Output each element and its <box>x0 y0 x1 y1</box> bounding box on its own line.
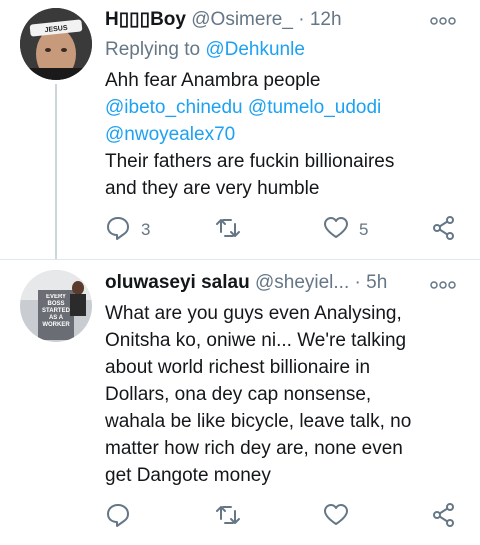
like-button[interactable] <box>323 503 349 531</box>
tweet-header: oluwaseyi salau @sheyiel... · 5h <box>105 272 387 294</box>
tweet-text: Dollars, ona dey cap nonsense, <box>105 384 372 405</box>
reply-button[interactable] <box>105 503 131 531</box>
avatar-caption: EVERY BOSS STARTED AS A WORKER <box>42 294 70 328</box>
like-button[interactable]: 5 <box>323 216 368 244</box>
like-icon <box>323 502 349 533</box>
tweet-2[interactable]: EVERY BOSS STARTED AS A WORKER oluwaseyi… <box>0 260 480 545</box>
retweet-icon <box>215 215 241 246</box>
tweet-text: Onitsha ko, oniwe ni... We're talking <box>105 330 407 351</box>
display-name[interactable]: H▯▯▯Boy <box>105 9 186 30</box>
share-button[interactable] <box>431 502 457 533</box>
like-count: 5 <box>359 220 369 239</box>
tweet-text: and they are very humble <box>105 178 320 199</box>
share-icon <box>431 215 457 246</box>
user-handle[interactable]: @Osimere_ <box>191 9 293 30</box>
tweet-text: Their fathers are fuckin billionaires <box>105 151 395 172</box>
tweet-text: wahala be like bicycle, leave talk, no <box>105 411 412 432</box>
tweet-header: H▯▯▯Boy @Osimere_ · 12h <box>105 8 342 31</box>
reply-count: 3 <box>141 220 151 239</box>
retweet-icon <box>215 502 241 533</box>
more-icon[interactable] <box>430 278 456 292</box>
reply-context: Replying to @Dehkunle <box>105 36 305 63</box>
action-bar <box>105 502 465 533</box>
avatar[interactable]: EVERY BOSS STARTED AS A WORKER <box>20 270 92 342</box>
share-button[interactable] <box>431 215 457 246</box>
retweet-button[interactable] <box>215 216 241 244</box>
user-handle[interactable]: @sheyiel... <box>255 272 349 293</box>
tweet-1[interactable]: JESUS H▯▯▯Boy @Osimere_ · 12h Replying t… <box>0 0 480 259</box>
timestamp[interactable]: 5h <box>366 272 387 293</box>
action-bar: 3 5 <box>105 215 465 246</box>
more-icon[interactable] <box>430 14 456 28</box>
reply-button[interactable]: 3 <box>105 216 150 244</box>
reply-icon <box>105 502 131 533</box>
mention-line: @ibeto_chinedu @tumelo_udodi <box>105 94 381 121</box>
like-icon <box>323 215 349 246</box>
retweet-button[interactable] <box>215 503 241 531</box>
mention[interactable]: @nwoyealex70 <box>105 124 235 145</box>
separator: · <box>354 272 361 293</box>
tweet-text: Ahh fear Anambra people <box>105 70 321 91</box>
timestamp[interactable]: 12h <box>310 9 342 30</box>
thread-line <box>55 84 57 259</box>
tweet-text: get Dangote money <box>105 465 271 486</box>
tweet-text: about world richest billionaire in <box>105 357 371 378</box>
mention[interactable]: @ibeto_chinedu <box>105 97 243 118</box>
avatar[interactable]: JESUS <box>20 8 92 80</box>
reply-icon <box>105 215 131 246</box>
mention-line: @nwoyealex70 <box>105 121 235 148</box>
separator: · <box>298 9 305 30</box>
mention[interactable]: @tumelo_udodi <box>248 97 381 118</box>
share-icon <box>431 502 457 533</box>
reply-to-mention[interactable]: @Dehkunle <box>205 39 305 60</box>
tweet-text: What are you guys even Analysing, <box>105 303 402 324</box>
display-name[interactable]: oluwaseyi salau <box>105 272 250 293</box>
tweet-text: matter how rich dey are, none even <box>105 438 403 459</box>
replying-to-label: Replying to <box>105 39 201 60</box>
